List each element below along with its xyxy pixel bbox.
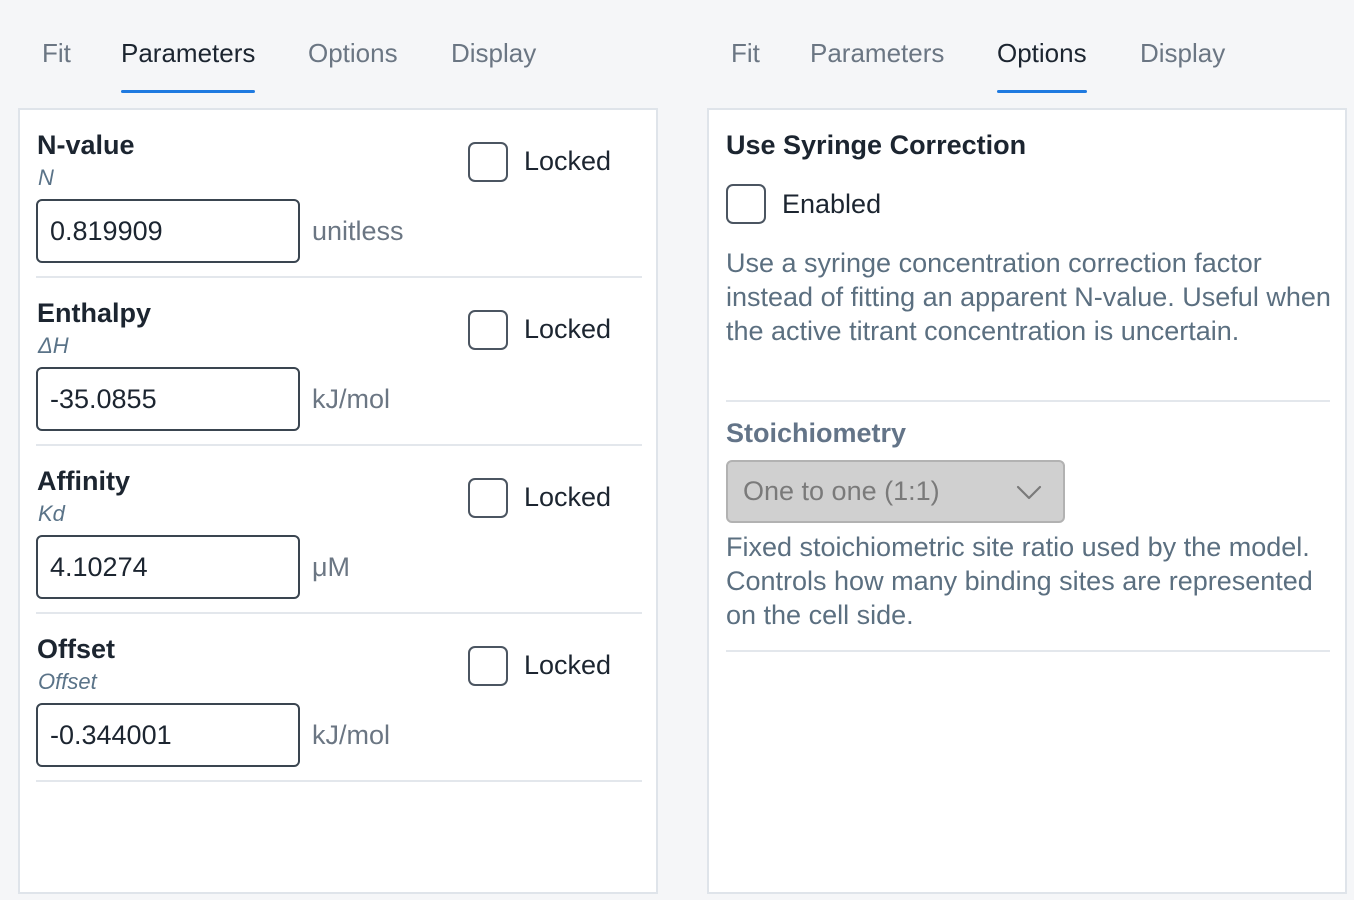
param-affinity: Affinity Kd Locked μM [36, 446, 642, 614]
parameters-pane: Fit Parameters Options Display N-value N… [18, 0, 658, 894]
unit-label: kJ/mol [312, 720, 391, 750]
unit-label: kJ/mol [312, 384, 391, 414]
syringe-correction-title: Use Syringe Correction [726, 130, 1027, 160]
n-value-input[interactable] [36, 199, 300, 263]
locked-checkbox[interactable] [468, 310, 508, 350]
locked-label: Locked [524, 650, 612, 680]
stoichiometry-select[interactable]: One to one (1:1) [726, 460, 1065, 523]
stoichiometry-selected-value: One to one (1:1) [743, 476, 940, 506]
param-symbol: N [38, 165, 54, 190]
offset-input[interactable] [36, 703, 300, 767]
locked-label: Locked [524, 314, 612, 344]
options-panel: Use Syringe Correction Enabled Use a syr… [707, 108, 1347, 894]
param-symbol: Offset [38, 669, 97, 694]
tab-parameters[interactable]: Parameters [810, 38, 944, 93]
tab-fit[interactable]: Fit [731, 38, 760, 93]
param-symbol: ΔH [38, 333, 69, 358]
options-pane: Fit Parameters Options Display Use Syrin… [707, 0, 1347, 894]
locked-checkbox[interactable] [468, 646, 508, 686]
param-name: Enthalpy [37, 298, 152, 328]
tab-bar: Fit Parameters Options Display [707, 0, 1347, 100]
enabled-label: Enabled [782, 189, 882, 219]
unit-label: μM [312, 552, 351, 582]
stoichiometry-description: Fixed stoichiometric site ratio used by … [726, 532, 1313, 630]
locked-label: Locked [524, 482, 612, 512]
locked-checkbox[interactable] [468, 142, 508, 182]
param-name: Affinity [37, 466, 130, 496]
locked-label: Locked [524, 146, 612, 176]
tab-display[interactable]: Display [1140, 38, 1225, 93]
tab-bar: Fit Parameters Options Display [18, 0, 658, 100]
param-name: N-value [37, 130, 135, 160]
unit-label: unitless [312, 216, 404, 246]
affinity-input[interactable] [36, 535, 300, 599]
tab-options[interactable]: Options [997, 38, 1087, 93]
enthalpy-input[interactable] [36, 367, 300, 431]
chevron-down-icon [1015, 478, 1043, 511]
locked-checkbox[interactable] [468, 478, 508, 518]
tab-fit[interactable]: Fit [42, 38, 71, 93]
tab-display[interactable]: Display [451, 38, 536, 93]
param-offset: Offset Offset Locked kJ/mol [36, 614, 642, 782]
divider [726, 650, 1330, 652]
param-enthalpy: Enthalpy ΔH Locked kJ/mol [36, 278, 642, 446]
param-n-value: N-value N Locked unitless [36, 110, 642, 278]
syringe-correction-description: Use a syringe concentration correction f… [726, 248, 1331, 346]
enabled-checkbox[interactable] [726, 184, 766, 224]
tab-options[interactable]: Options [308, 38, 398, 93]
tab-parameters[interactable]: Parameters [121, 38, 256, 93]
stoichiometry-title: Stoichiometry [726, 418, 907, 448]
parameters-panel: N-value N Locked unitless Enthalpy ΔH Lo… [18, 108, 658, 894]
param-name: Offset [37, 634, 116, 664]
divider [726, 400, 1330, 402]
param-symbol: Kd [38, 501, 65, 526]
